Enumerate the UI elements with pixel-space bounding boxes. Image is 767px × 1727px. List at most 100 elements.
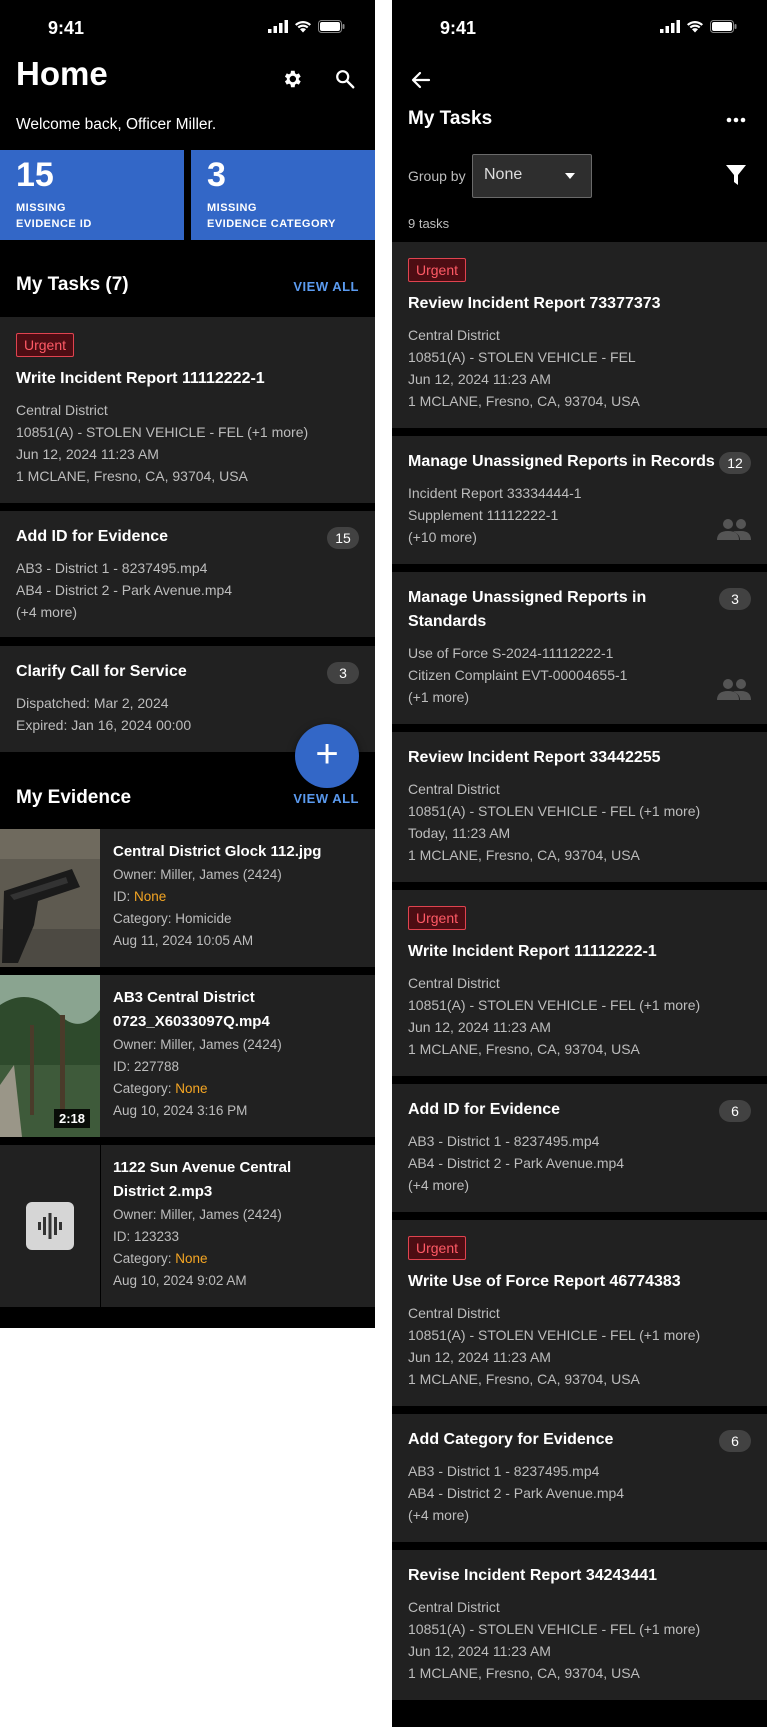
task-detail: Central District bbox=[408, 327, 500, 343]
evidence-id: ID: 123233 bbox=[113, 1226, 291, 1248]
task-card[interactable]: Add ID for Evidence 15 AB3 - District 1 … bbox=[0, 511, 375, 637]
stat-missing-evidence-category[interactable]: 3 MISSING EVIDENCE CATEGORY bbox=[191, 150, 375, 240]
task-detail: 1 MCLANE, Fresno, CA, 93704, USA bbox=[408, 393, 640, 409]
task-card[interactable]: Revise Incident Report 34243441 Central … bbox=[392, 1550, 767, 1700]
evidence-owner: Owner: Miller, James (2424) bbox=[113, 867, 282, 882]
back-arrow-icon[interactable] bbox=[411, 70, 431, 90]
task-card[interactable]: Review Incident Report 33442255 Central … bbox=[392, 732, 767, 882]
stat-missing-evidence-id[interactable]: 15 MISSING EVIDENCE ID bbox=[0, 150, 184, 240]
evidence-item[interactable]: 1122 Sun Avenue Central District 2.mp3 O… bbox=[0, 1145, 375, 1307]
evidence-id: ID: None bbox=[113, 886, 321, 908]
task-card[interactable]: Add Category for Evidence 6 AB3 - Distri… bbox=[392, 1414, 767, 1542]
plus-icon: + bbox=[315, 732, 339, 776]
add-fab-button[interactable]: + bbox=[295, 724, 359, 788]
task-card[interactable]: Urgent Write Incident Report 11112222-1 … bbox=[0, 317, 375, 503]
task-detail: Jun 12, 2024 11:23 AM bbox=[408, 1019, 551, 1035]
wifi-icon bbox=[687, 21, 703, 33]
stat-label-line: EVIDENCE CATEGORY bbox=[207, 218, 336, 230]
evidence-owner: Owner: Miller, James (2424) bbox=[113, 1207, 282, 1222]
task-detail: Incident Report 33334444-1 bbox=[408, 485, 582, 501]
urgent-badge: Urgent bbox=[408, 906, 467, 930]
stat-label-line: MISSING bbox=[207, 202, 257, 214]
search-icon[interactable] bbox=[334, 68, 356, 90]
evidence-thumbnail-pistol bbox=[0, 829, 100, 967]
task-card[interactable]: Add ID for Evidence 6 AB3 - District 1 -… bbox=[392, 1084, 767, 1212]
task-detail: Jun 12, 2024 11:23 AM bbox=[408, 371, 551, 387]
stat-label: MISSING EVIDENCE CATEGORY bbox=[207, 200, 336, 232]
task-card[interactable]: Urgent Write Use of Force Report 4677438… bbox=[392, 1220, 767, 1406]
evidence-details: AB3 Central District 0723_X6033097Q.mp4 … bbox=[113, 986, 282, 1122]
task-detail: AB4 - District 2 - Park Avenue.mp4 bbox=[16, 582, 233, 598]
wifi-icon bbox=[295, 21, 311, 33]
task-detail: (+4 more) bbox=[408, 1177, 470, 1193]
task-detail: 10851(A) - STOLEN VEHICLE - FEL bbox=[408, 349, 636, 365]
task-detail: Central District bbox=[408, 781, 500, 797]
evidence-item[interactable]: Central District Glock 112.jpg Owner: Mi… bbox=[0, 829, 375, 967]
task-detail: AB4 - District 2 - Park Avenue.mp4 bbox=[408, 1155, 625, 1171]
status-icons bbox=[660, 20, 737, 33]
evidence-category-value: None bbox=[175, 1251, 208, 1266]
my-tasks-screen: 9:41 My Tasks Group by None 9 tasks Urge… bbox=[392, 0, 767, 1727]
evidence-id-label: ID: bbox=[113, 1229, 135, 1244]
cellular-signal-icon bbox=[268, 20, 288, 33]
task-detail: Citizen Complaint EVT-00004655-1 bbox=[408, 667, 628, 683]
status-bar: 9:41 bbox=[392, 0, 767, 58]
task-title: Write Use of Force Report 46774383 bbox=[408, 1273, 681, 1290]
task-title: Add ID for Evidence bbox=[408, 1101, 561, 1118]
audio-waveform-icon bbox=[26, 1202, 74, 1250]
task-card[interactable]: Urgent Write Incident Report 11112222-1 … bbox=[392, 890, 767, 1076]
task-title: Review Incident Report 73377373 bbox=[408, 295, 661, 312]
group-by-label: Group by bbox=[408, 168, 466, 184]
evidence-details: 1122 Sun Avenue Central District 2.mp3 O… bbox=[113, 1156, 291, 1292]
task-detail: Central District bbox=[16, 402, 108, 418]
task-detail: Dispatched: Mar 2, 2024 bbox=[16, 695, 169, 711]
task-card[interactable]: Urgent Review Incident Report 73377373 C… bbox=[392, 242, 767, 428]
count-badge: 3 bbox=[327, 662, 359, 684]
evidence-owner: Owner: Miller, James (2424) bbox=[113, 1037, 282, 1052]
page-title: My Tasks bbox=[408, 108, 493, 129]
filter-icon[interactable] bbox=[726, 165, 746, 185]
evidence-category-label: Category: bbox=[113, 911, 176, 926]
evidence-category: Category: None bbox=[113, 1078, 282, 1100]
evidence-category-value: Homicide bbox=[175, 911, 232, 926]
task-title: Review Incident Report 33442255 bbox=[408, 749, 661, 766]
evidence-title: 0723_X6033097Q.mp4 bbox=[113, 1013, 270, 1030]
task-detail: Central District bbox=[408, 1599, 500, 1615]
task-title: Standards bbox=[408, 613, 487, 630]
task-detail: Expired: Jan 16, 2024 00:00 bbox=[16, 717, 192, 733]
evidence-item[interactable]: 2:18 AB3 Central District 0723_X6033097Q… bbox=[0, 975, 375, 1137]
task-detail: 10851(A) - STOLEN VEHICLE - FEL (+1 more… bbox=[408, 1621, 701, 1637]
task-card[interactable]: Manage Unassigned Reports in Records 12 … bbox=[392, 436, 767, 564]
more-options-icon[interactable] bbox=[726, 112, 746, 128]
group-users-icon bbox=[717, 519, 751, 540]
evidence-id-label: ID: bbox=[113, 889, 135, 904]
evidence-date: Aug 10, 2024 9:02 AM bbox=[113, 1273, 247, 1288]
task-detail: Jun 12, 2024 11:23 AM bbox=[408, 1643, 551, 1659]
group-by-select[interactable]: None bbox=[472, 154, 592, 198]
task-detail: 10851(A) - STOLEN VEHICLE - FEL (+1 more… bbox=[408, 1327, 701, 1343]
task-detail: Central District bbox=[408, 975, 500, 991]
task-count: 9 tasks bbox=[408, 216, 450, 231]
video-duration: 2:18 bbox=[54, 1109, 91, 1128]
task-title: Clarify Call for Service bbox=[16, 663, 187, 680]
task-detail: 10851(A) - STOLEN VEHICLE - FEL (+1 more… bbox=[408, 997, 701, 1013]
evidence-category: Category: None bbox=[113, 1248, 291, 1270]
gear-icon[interactable] bbox=[281, 68, 303, 90]
evidence-view-all-link[interactable]: VIEW ALL bbox=[293, 791, 359, 806]
evidence-date: Aug 10, 2024 3:16 PM bbox=[113, 1103, 248, 1118]
evidence-title: Central District Glock 112.jpg bbox=[113, 843, 322, 860]
status-time: 9:41 bbox=[440, 18, 477, 38]
task-detail: 1 MCLANE, Fresno, CA, 93704, USA bbox=[408, 1371, 640, 1387]
task-card[interactable]: Manage Unassigned Reports in Standards 3… bbox=[392, 572, 767, 724]
evidence-id-value: 227788 bbox=[134, 1059, 180, 1074]
count-badge: 12 bbox=[719, 452, 751, 474]
task-detail: 1 MCLANE, Fresno, CA, 93704, USA bbox=[408, 1041, 640, 1057]
task-detail: Supplement 11112222-1 bbox=[408, 507, 559, 523]
task-detail: AB3 - District 1 - 8237495.mp4 bbox=[408, 1133, 600, 1149]
stat-label: MISSING EVIDENCE ID bbox=[16, 200, 92, 232]
task-detail: (+1 more) bbox=[408, 689, 470, 705]
chevron-down-icon bbox=[565, 173, 575, 179]
stat-value: 15 bbox=[16, 156, 54, 194]
task-title: Add Category for Evidence bbox=[408, 1431, 614, 1448]
tasks-view-all-link[interactable]: VIEW ALL bbox=[293, 279, 359, 294]
